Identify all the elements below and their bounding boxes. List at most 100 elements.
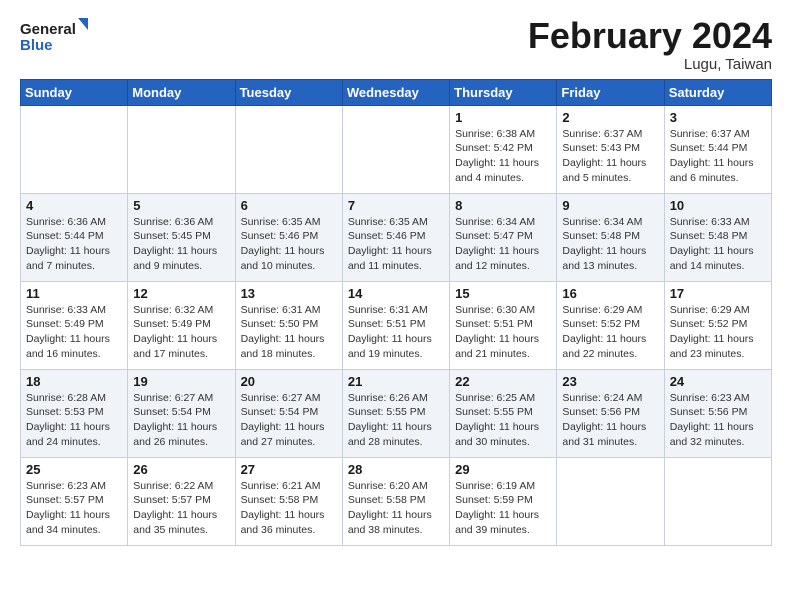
table-row xyxy=(557,457,664,545)
day-info: Sunrise: 6:31 AM Sunset: 5:50 PM Dayligh… xyxy=(241,303,337,362)
table-row xyxy=(21,105,128,193)
day-info: Sunrise: 6:29 AM Sunset: 5:52 PM Dayligh… xyxy=(562,303,658,362)
day-info: Sunrise: 6:24 AM Sunset: 5:56 PM Dayligh… xyxy=(562,391,658,450)
calendar-subtitle: Lugu, Taiwan xyxy=(528,56,772,73)
day-number: 15 xyxy=(455,286,551,301)
day-number: 21 xyxy=(348,374,444,389)
day-info: Sunrise: 6:23 AM Sunset: 5:56 PM Dayligh… xyxy=(670,391,766,450)
day-number: 28 xyxy=(348,462,444,477)
day-info: Sunrise: 6:37 AM Sunset: 5:43 PM Dayligh… xyxy=(562,127,658,186)
table-row: 6 Sunrise: 6:35 AM Sunset: 5:46 PM Daylig… xyxy=(235,193,342,281)
day-info: Sunrise: 6:36 AM Sunset: 5:44 PM Dayligh… xyxy=(26,215,122,274)
day-number: 1 xyxy=(455,110,551,125)
header-wednesday: Wednesday xyxy=(342,79,449,105)
table-row: 25 Sunrise: 6:23 AM Sunset: 5:57 PM Dayli… xyxy=(21,457,128,545)
day-number: 23 xyxy=(562,374,658,389)
day-number: 9 xyxy=(562,198,658,213)
table-row: 5 Sunrise: 6:36 AM Sunset: 5:45 PM Daylig… xyxy=(128,193,235,281)
table-row: 22 Sunrise: 6:25 AM Sunset: 5:55 PM Dayli… xyxy=(450,369,557,457)
svg-text:General: General xyxy=(20,21,76,38)
table-row: 10 Sunrise: 6:33 AM Sunset: 5:48 PM Dayli… xyxy=(664,193,771,281)
table-row: 14 Sunrise: 6:31 AM Sunset: 5:51 PM Dayli… xyxy=(342,281,449,369)
table-row: 11 Sunrise: 6:33 AM Sunset: 5:49 PM Dayli… xyxy=(21,281,128,369)
day-info: Sunrise: 6:35 AM Sunset: 5:46 PM Dayligh… xyxy=(348,215,444,274)
day-info: Sunrise: 6:29 AM Sunset: 5:52 PM Dayligh… xyxy=(670,303,766,362)
day-number: 26 xyxy=(133,462,229,477)
day-number: 11 xyxy=(26,286,122,301)
day-info: Sunrise: 6:38 AM Sunset: 5:42 PM Dayligh… xyxy=(455,127,551,186)
day-number: 14 xyxy=(348,286,444,301)
header: General Blue February 2024 Lugu, Taiwan xyxy=(20,16,772,73)
table-row xyxy=(235,105,342,193)
day-number: 18 xyxy=(26,374,122,389)
table-row: 9 Sunrise: 6:34 AM Sunset: 5:48 PM Daylig… xyxy=(557,193,664,281)
day-info: Sunrise: 6:27 AM Sunset: 5:54 PM Dayligh… xyxy=(241,391,337,450)
day-number: 17 xyxy=(670,286,766,301)
day-info: Sunrise: 6:37 AM Sunset: 5:44 PM Dayligh… xyxy=(670,127,766,186)
day-info: Sunrise: 6:26 AM Sunset: 5:55 PM Dayligh… xyxy=(348,391,444,450)
day-number: 16 xyxy=(562,286,658,301)
table-row: 3 Sunrise: 6:37 AM Sunset: 5:44 PM Daylig… xyxy=(664,105,771,193)
day-info: Sunrise: 6:32 AM Sunset: 5:49 PM Dayligh… xyxy=(133,303,229,362)
day-info: Sunrise: 6:30 AM Sunset: 5:51 PM Dayligh… xyxy=(455,303,551,362)
svg-text:Blue: Blue xyxy=(20,37,53,54)
calendar-header: Sunday Monday Tuesday Wednesday Thursday… xyxy=(21,79,772,105)
day-info: Sunrise: 6:21 AM Sunset: 5:58 PM Dayligh… xyxy=(241,479,337,538)
table-row: 8 Sunrise: 6:34 AM Sunset: 5:47 PM Daylig… xyxy=(450,193,557,281)
calendar-page: General Blue February 2024 Lugu, Taiwan … xyxy=(0,0,792,612)
day-number: 22 xyxy=(455,374,551,389)
table-row: 24Sunrise: 6:23 AM Sunset: 5:56 PM Dayli… xyxy=(664,369,771,457)
header-friday: Friday xyxy=(557,79,664,105)
table-row xyxy=(342,105,449,193)
table-row: 19Sunrise: 6:27 AM Sunset: 5:54 PM Dayli… xyxy=(128,369,235,457)
day-info: Sunrise: 6:31 AM Sunset: 5:51 PM Dayligh… xyxy=(348,303,444,362)
day-info: Sunrise: 6:28 AM Sunset: 5:53 PM Dayligh… xyxy=(26,391,122,450)
day-info: Sunrise: 6:25 AM Sunset: 5:55 PM Dayligh… xyxy=(455,391,551,450)
day-number: 5 xyxy=(133,198,229,213)
table-row: 15 Sunrise: 6:30 AM Sunset: 5:51 PM Dayli… xyxy=(450,281,557,369)
header-sunday: Sunday xyxy=(21,79,128,105)
table-row: 7 Sunrise: 6:35 AM Sunset: 5:46 PM Daylig… xyxy=(342,193,449,281)
table-row: 18 Sunrise: 6:28 AM Sunset: 5:53 PM Dayli… xyxy=(21,369,128,457)
day-info: Sunrise: 6:23 AM Sunset: 5:57 PM Dayligh… xyxy=(26,479,122,538)
day-info: Sunrise: 6:35 AM Sunset: 5:46 PM Dayligh… xyxy=(241,215,337,274)
header-tuesday: Tuesday xyxy=(235,79,342,105)
table-row: 4 Sunrise: 6:36 AM Sunset: 5:44 PM Daylig… xyxy=(21,193,128,281)
table-row: 16 Sunrise: 6:29 AM Sunset: 5:52 PM Dayli… xyxy=(557,281,664,369)
title-block: February 2024 Lugu, Taiwan xyxy=(528,16,772,73)
day-number: 29 xyxy=(455,462,551,477)
day-number: 6 xyxy=(241,198,337,213)
day-number: 27 xyxy=(241,462,337,477)
day-number: 25 xyxy=(26,462,122,477)
day-number: 12 xyxy=(133,286,229,301)
table-row: 2 Sunrise: 6:37 AM Sunset: 5:43 PM Daylig… xyxy=(557,105,664,193)
day-info: Sunrise: 6:19 AM Sunset: 5:59 PM Dayligh… xyxy=(455,479,551,538)
day-info: Sunrise: 6:36 AM Sunset: 5:45 PM Dayligh… xyxy=(133,215,229,274)
header-thursday: Thursday xyxy=(450,79,557,105)
day-number: 2 xyxy=(562,110,658,125)
table-row: 12 Sunrise: 6:32 AM Sunset: 5:49 PM Dayli… xyxy=(128,281,235,369)
day-info: Sunrise: 6:22 AM Sunset: 5:57 PM Dayligh… xyxy=(133,479,229,538)
calendar-title: February 2024 xyxy=(528,16,772,56)
day-number: 7 xyxy=(348,198,444,213)
calendar-table: Sunday Monday Tuesday Wednesday Thursday… xyxy=(20,79,772,546)
day-number: 3 xyxy=(670,110,766,125)
table-row xyxy=(128,105,235,193)
table-row: 1 Sunrise: 6:38 AM Sunset: 5:42 PM Daylig… xyxy=(450,105,557,193)
table-row: 28 Sunrise: 6:20 AM Sunset: 5:58 PM Dayli… xyxy=(342,457,449,545)
table-row: 23 Sunrise: 6:24 AM Sunset: 5:56 PM Dayli… xyxy=(557,369,664,457)
day-info: Sunrise: 6:33 AM Sunset: 5:49 PM Dayligh… xyxy=(26,303,122,362)
table-row: 21 Sunrise: 6:26 AM Sunset: 5:55 PM Dayli… xyxy=(342,369,449,457)
day-info: Sunrise: 6:33 AM Sunset: 5:48 PM Dayligh… xyxy=(670,215,766,274)
day-info: Sunrise: 6:34 AM Sunset: 5:48 PM Dayligh… xyxy=(562,215,658,274)
day-number: 13 xyxy=(241,286,337,301)
day-number: 10 xyxy=(670,198,766,213)
day-number: 4 xyxy=(26,198,122,213)
table-row: 27 Sunrise: 6:21 AM Sunset: 5:58 PM Dayli… xyxy=(235,457,342,545)
logo: General Blue xyxy=(20,16,90,58)
day-info: Sunrise: 6:20 AM Sunset: 5:58 PM Dayligh… xyxy=(348,479,444,538)
day-info: Sunrise: 6:34 AM Sunset: 5:47 PM Dayligh… xyxy=(455,215,551,274)
day-number: 8 xyxy=(455,198,551,213)
day-info: Sunrise: 6:27 AM Sunset: 5:54 PM Dayligh… xyxy=(133,391,229,450)
calendar-body: 1 Sunrise: 6:38 AM Sunset: 5:42 PM Daylig… xyxy=(21,105,772,545)
